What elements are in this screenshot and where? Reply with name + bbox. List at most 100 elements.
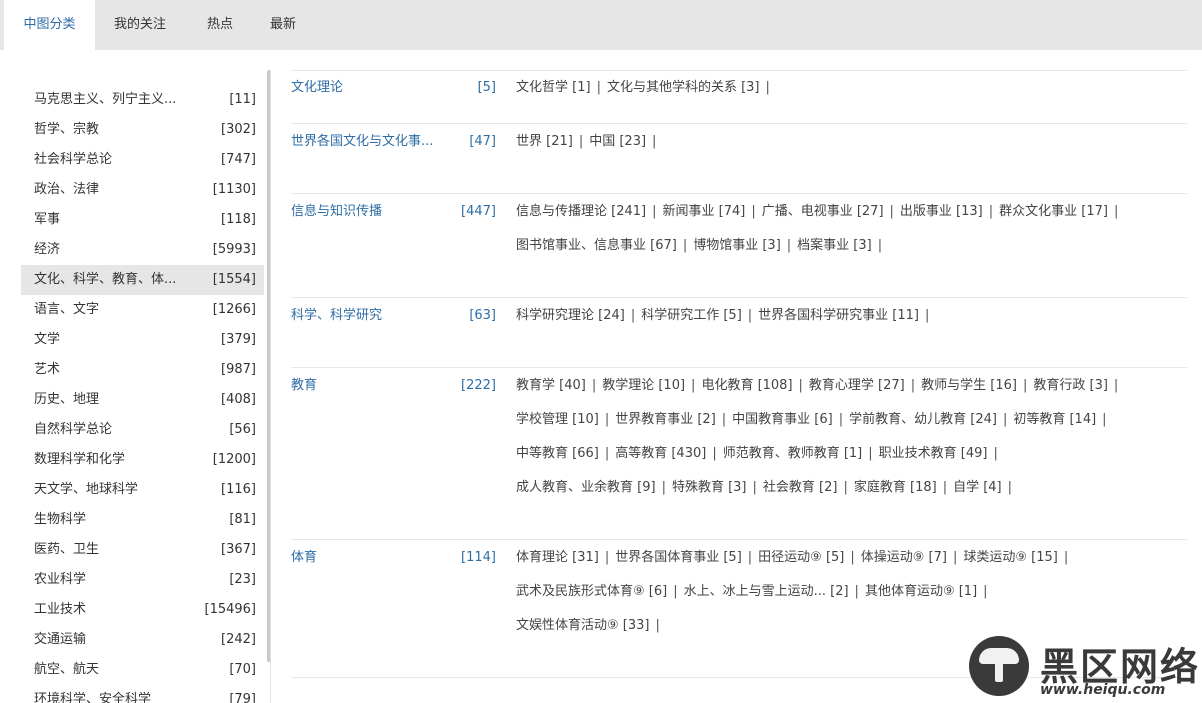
separator: | <box>993 446 998 461</box>
subcategory-link[interactable]: 田径运动⑨ [5] <box>758 550 844 565</box>
subcategory-link[interactable]: 中国 [23] <box>589 134 646 149</box>
category-title-link[interactable]: 文化理论 <box>291 71 343 105</box>
sidebar-item[interactable]: 农业科学 [23] <box>21 565 264 595</box>
subcategory-link[interactable]: 初等教育 [14] <box>1013 412 1096 427</box>
sidebar-item[interactable]: 航空、航天 [70] <box>21 655 264 685</box>
sidebar-item[interactable]: 军事 [118] <box>21 205 264 235</box>
subcategory-link[interactable]: 世界各国体育事业 [5] <box>615 550 742 565</box>
subcategory-link[interactable]: 学校管理 [10] <box>516 412 599 427</box>
subcategory-list: 文化哲学 [1] | 文化与其他学科的关系 [3] | <box>516 71 1186 105</box>
subcategory-link[interactable]: 科学研究理论 [24] <box>516 308 625 323</box>
category-title-link[interactable]: 科学、科学研究 <box>291 299 382 333</box>
sidebar-item-label: 文化、科学、教育、体... <box>34 272 177 287</box>
subcategory-link[interactable]: 自学 [4] <box>953 480 1002 495</box>
category-title-link[interactable]: 信息与知识传播 <box>291 195 382 229</box>
subcategory-link[interactable]: 教育心理学 [27] <box>809 378 905 393</box>
subcategory-link[interactable]: 广播、电视事业 [27] <box>762 204 884 219</box>
subcategory-link[interactable]: 出版事业 [13] <box>900 204 983 219</box>
subcategory-link[interactable]: 其他体育运动⑨ [1] <box>865 584 977 599</box>
subcategory-link[interactable]: 球类运动⑨ [15] <box>963 550 1057 565</box>
sidebar-item[interactable]: 文学 [379] <box>21 325 264 355</box>
subcategory-link[interactable]: 博物馆事业 [3] <box>693 238 781 253</box>
subcategory-line: 学校管理 [10] | 世界教育事业 [2] | 中国教育事业 [6] | 学前教育、幼儿教… <box>516 403 1186 437</box>
category-count: [447] <box>461 204 496 219</box>
separator: | <box>838 412 844 427</box>
sidebar-item[interactable]: 马克思主义、列宁主义... [11] <box>21 85 264 115</box>
sidebar-item-label: 工业技术 <box>34 602 87 617</box>
subcategory-link[interactable]: 世界各国科学研究事业 [11] <box>758 308 919 323</box>
separator: | <box>578 134 584 149</box>
subcategory-panel: 文化理论 [5] 文化哲学 [1] | 文化与其他学科的关系 [3] | 世界各国文化与文化… <box>271 70 1202 703</box>
subcategory-link[interactable]: 图书馆事业、信息事业 [67] <box>516 238 677 253</box>
subcategory-link[interactable]: 家庭教育 [18] <box>854 480 937 495</box>
sidebar-item[interactable]: 艺术 [987] <box>21 355 264 385</box>
category-title-link[interactable]: 世界各国文化与文化事... <box>291 125 433 159</box>
separator: | <box>691 378 696 393</box>
sidebar-item[interactable]: 经济 [5993] <box>21 235 264 265</box>
tab-zhongtu-classification[interactable]: 中图分类 <box>4 0 95 50</box>
sidebar-item[interactable]: 环境科学、安全科学 [79] <box>21 685 264 703</box>
subcategory-link[interactable]: 体育理论 [31] <box>516 550 599 565</box>
subcategory-link[interactable]: 职业技术教育 [49] <box>879 446 988 461</box>
subcategory-link[interactable]: 文娱性体育活动⑨ [33] <box>516 618 649 633</box>
subcategory-link[interactable]: 学前教育、幼儿教育 [24] <box>849 412 997 427</box>
subcategory-link[interactable]: 教育学 [40] <box>516 378 586 393</box>
sidebar-item[interactable]: 政治、法律 [1130] <box>21 175 264 205</box>
subcategory-link[interactable]: 师范教育、教师教育 [1] <box>723 446 863 461</box>
sidebar-item[interactable]: 历史、地理 [408] <box>21 385 264 415</box>
tab-latest[interactable]: 最新 <box>270 0 296 50</box>
subcategory-line: 图书馆事业、信息事业 [67] | 博物馆事业 [3] | 档案事业 [3] | <box>516 229 1186 263</box>
category-title-link[interactable]: 体育 <box>291 541 317 575</box>
sidebar-item[interactable]: 天文学、地球科学 [116] <box>21 475 264 505</box>
subcategory-line: 武术及民族形式体育⑨ [6] | 水上、冰上与雪上运动... [2] | 其他体育运动⑨… <box>516 575 1186 609</box>
subcategory-link[interactable]: 文化与其他学科的关系 [3] <box>607 80 760 95</box>
subcategory-link[interactable]: 特殊教育 [3] <box>672 480 747 495</box>
sidebar-item-label: 医药、卫生 <box>34 542 100 557</box>
sidebar-item[interactable]: 生物科学 [81] <box>21 505 264 535</box>
separator: | <box>747 308 753 323</box>
subcategory-link[interactable]: 群众文化事业 [17] <box>999 204 1108 219</box>
subcategory-link[interactable]: 电化教育 [108] <box>701 378 792 393</box>
subcategory-link[interactable]: 文化哲学 [1] <box>516 80 591 95</box>
subcategory-link[interactable]: 体操运动⑨ [7] <box>861 550 947 565</box>
subcategory-link[interactable]: 成人教育、业余教育 [9] <box>516 480 656 495</box>
separator: | <box>988 204 994 219</box>
sidebar-item[interactable]: 交通运输 [242] <box>21 625 264 655</box>
sidebar-item[interactable]: 语言、文字 [1266] <box>21 295 264 325</box>
sidebar-item[interactable]: 文化、科学、教育、体... [1554] <box>21 265 264 295</box>
subcategory-link[interactable]: 世界 [21] <box>516 134 573 149</box>
separator: | <box>868 446 873 461</box>
sidebar-item[interactable]: 自然科学总论 [56] <box>21 415 264 445</box>
sidebar-item[interactable]: 数理科学和化学 [1200] <box>21 445 264 475</box>
subcategory-link[interactable]: 水上、冰上与雪上运动... [2] <box>684 584 849 599</box>
category-count: [63] <box>469 308 496 323</box>
category-title-link[interactable]: 教育 <box>291 369 317 403</box>
tab-hot[interactable]: 热点 <box>207 0 233 50</box>
sidebar-item-label: 经济 <box>34 242 61 257</box>
sidebar-item-count: [79] <box>229 692 256 703</box>
sidebar-item[interactable]: 哲学、宗教 [302] <box>21 115 264 145</box>
subcategory-link[interactable]: 新闻事业 [74] <box>662 204 745 219</box>
subcategory-link[interactable]: 武术及民族形式体育⑨ [6] <box>516 584 667 599</box>
subcategory-link[interactable]: 教学理论 [10] <box>602 378 685 393</box>
subcategory-link[interactable]: 教师与学生 [16] <box>921 378 1017 393</box>
sidebar-item[interactable]: 工业技术 [15496] <box>21 595 264 625</box>
sidebar-item[interactable]: 医药、卫生 [367] <box>21 535 264 565</box>
sidebar-item-count: [15496] <box>204 602 257 617</box>
subcategory-line: 信息与传播理论 [241] | 新闻事业 [74] | 广播、电视事业 [27] | 出版事… <box>516 195 1186 229</box>
subcategory-link[interactable]: 社会教育 [2] <box>763 480 838 495</box>
separator: | <box>1102 412 1107 427</box>
sidebar-item[interactable]: 社会科学总论 [747] <box>21 145 264 175</box>
subcategory-link[interactable]: 信息与传播理论 [241] <box>516 204 646 219</box>
subcategory-link[interactable]: 中等教育 [66] <box>516 446 599 461</box>
sidebar-item-label: 军事 <box>34 212 61 227</box>
subcategory-link[interactable]: 世界教育事业 [2] <box>615 412 716 427</box>
sidebar-item-count: [367] <box>221 542 256 557</box>
subcategory-link[interactable]: 档案事业 [3] <box>797 238 872 253</box>
subcategory-link[interactable]: 中国教育事业 [6] <box>732 412 833 427</box>
subcategory-link[interactable]: 高等教育 [430] <box>615 446 706 461</box>
subcategory-link[interactable]: 教育行政 [3] <box>1033 378 1108 393</box>
sidebar-item-count: [5993] <box>212 242 256 257</box>
tab-my-follows[interactable]: 我的关注 <box>114 0 166 50</box>
subcategory-link[interactable]: 科学研究工作 [5] <box>641 308 742 323</box>
